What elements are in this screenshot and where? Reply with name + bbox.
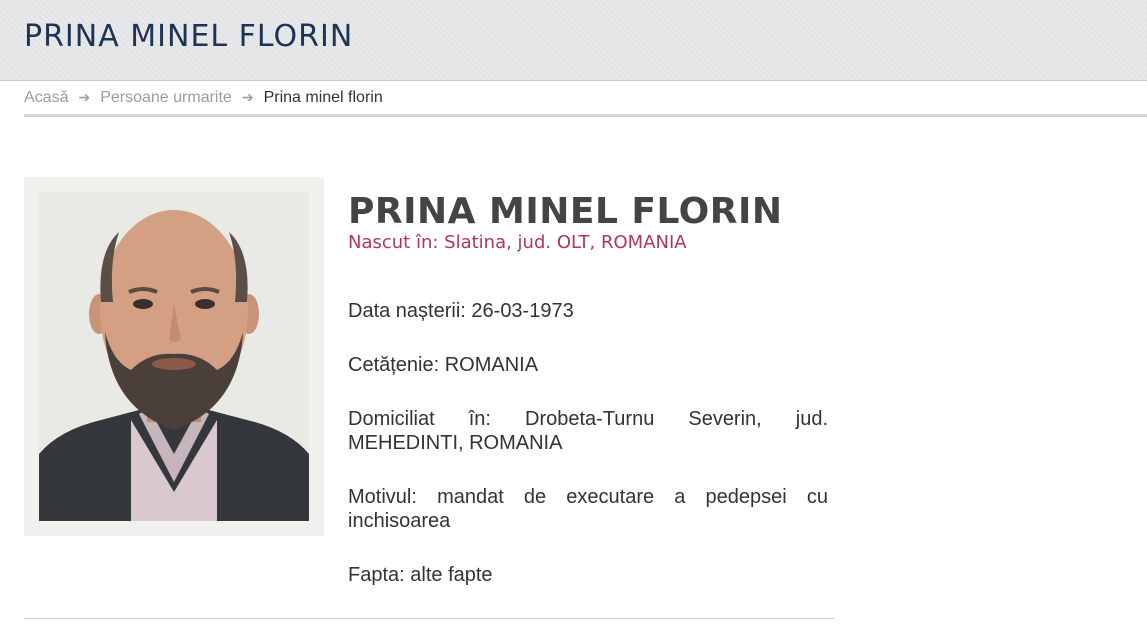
section-divider bbox=[24, 618, 834, 619]
person-birthplace: Nascut în: Slatina, jud. OLT, ROMANIA bbox=[348, 232, 687, 253]
field-value: alte fapte bbox=[410, 564, 493, 586]
person-portrait-image bbox=[39, 192, 309, 521]
person-details: PRINA MINEL FLORIN Nascut în: Slatina, j… bbox=[348, 190, 828, 586]
field-label: Fapta: bbox=[348, 564, 405, 586]
breadcrumb: Acasă ➔ Persoane urmarite ➔ Prina minel flor… bbox=[24, 87, 1147, 117]
header-title: PRINA MINEL FLORIN bbox=[24, 19, 354, 54]
field-label: Cetățenie: bbox=[348, 354, 440, 376]
field-value: mandat de executare a pedepsei cu inchis… bbox=[348, 486, 829, 532]
breadcrumb-link-wanted-persons[interactable]: Persoane urmarite bbox=[100, 89, 232, 106]
field-birth-date: Data nașterii: 26-03-1973 bbox=[348, 299, 828, 323]
field-residence: Domiciliat în: Drobeta-Turnu Severin, ju… bbox=[348, 407, 828, 455]
field-label: Data nașterii: bbox=[348, 300, 466, 322]
page-header: PRINA MINEL FLORIN bbox=[0, 0, 1147, 81]
breadcrumb-current: Prina minel florin bbox=[263, 89, 383, 106]
field-label: Domiciliat în: bbox=[348, 408, 491, 430]
person-name: PRINA MINEL FLORIN bbox=[348, 191, 783, 232]
field-label: Motivul: bbox=[348, 486, 417, 508]
field-reason: Motivul: mandat de executare a pedepsei … bbox=[348, 485, 828, 533]
field-offense: Fapta: alte fapte bbox=[348, 563, 828, 587]
arrow-right-icon: ➔ bbox=[241, 89, 254, 105]
person-photo bbox=[39, 192, 309, 521]
breadcrumb-link-home[interactable]: Acasă bbox=[24, 89, 68, 106]
field-citizenship: Cetățenie: ROMANIA bbox=[348, 353, 828, 377]
person-photo-frame bbox=[24, 177, 324, 536]
field-value: 26-03-1973 bbox=[471, 300, 574, 322]
arrow-right-icon: ➔ bbox=[78, 89, 91, 105]
field-value: ROMANIA bbox=[444, 354, 539, 376]
